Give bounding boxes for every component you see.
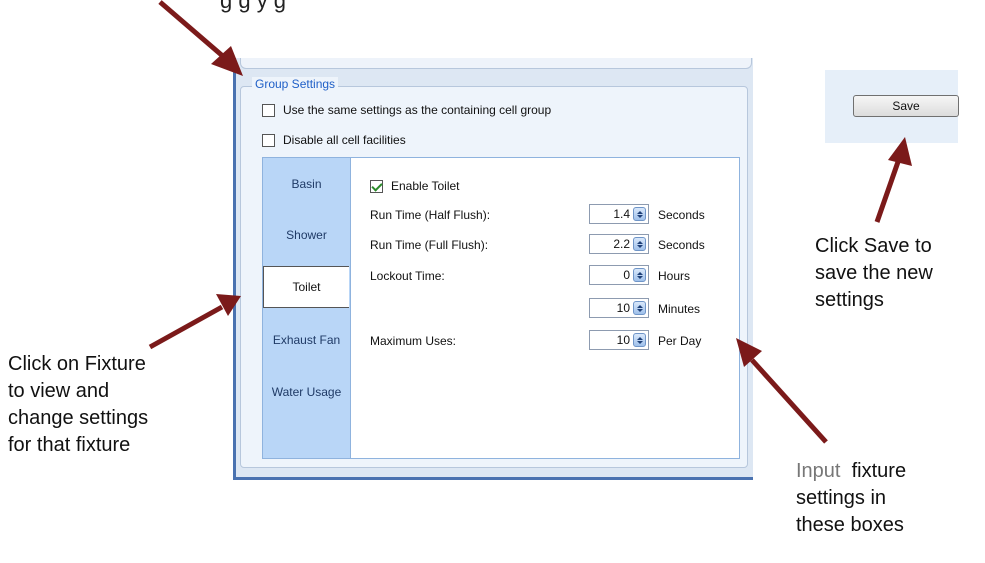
arrow-to-save-button [874, 137, 912, 223]
fixture-note-line: for that fixture [8, 434, 131, 456]
save-note-line: settings [815, 289, 884, 311]
save-note-line: save the new [815, 262, 933, 284]
arrow-to-toilet-tab [148, 294, 241, 350]
arrowhead-icon [216, 294, 241, 316]
input-note-line: these boxes [796, 514, 904, 536]
arrow-to-input-boxes [736, 338, 828, 444]
arrow-to-group-settings [158, 0, 243, 76]
input-note-line: Input fixture [796, 458, 906, 485]
fixture-note-line: change settings [8, 407, 149, 429]
input-note-word: fixture [851, 460, 907, 482]
save-note-line: Click Save to [815, 235, 932, 257]
arrowhead-icon [888, 137, 912, 166]
save-note: Click Save to save the new settings [815, 233, 933, 314]
input-note-line: settings in [796, 487, 887, 509]
arrowhead-icon [736, 338, 762, 367]
input-note-gray: Input [796, 460, 841, 482]
fixture-note-line: Click on Fixture [8, 353, 146, 375]
fixture-note: Click on Fixture to view and change sett… [8, 351, 148, 459]
fixture-note-line: to view and [8, 380, 110, 402]
input-note: Input fixture settings in these boxes [796, 458, 906, 539]
